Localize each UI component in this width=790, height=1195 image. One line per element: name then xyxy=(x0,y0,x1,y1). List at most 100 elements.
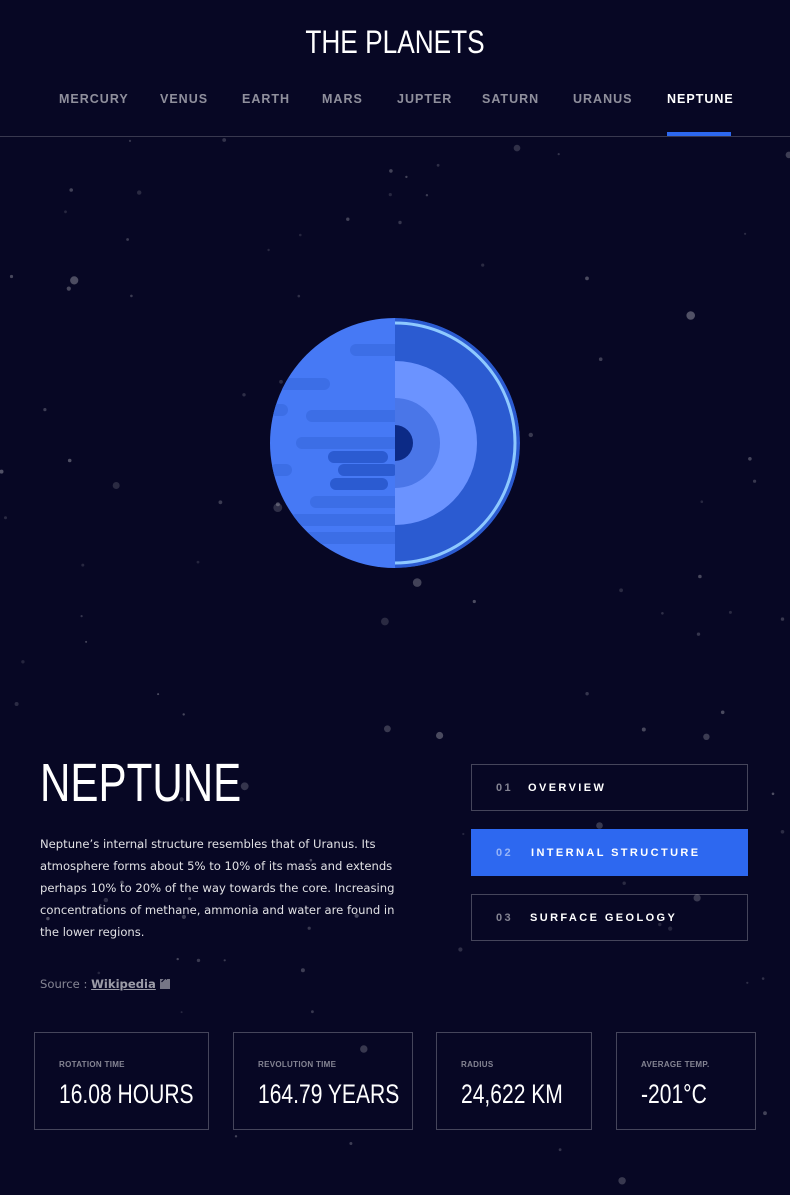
stat-value: 16.08 HOURS xyxy=(59,1079,194,1109)
star xyxy=(513,144,521,152)
stat-radius: RADIUS 24,622 KM xyxy=(436,1032,592,1130)
nav-item-earth[interactable]: EARTH xyxy=(242,92,290,136)
star xyxy=(472,599,476,604)
star xyxy=(64,210,67,214)
nav-item-mars[interactable]: MARS xyxy=(322,92,363,136)
star xyxy=(21,660,25,664)
star xyxy=(297,294,301,298)
star xyxy=(405,175,408,179)
star xyxy=(242,393,246,397)
star xyxy=(771,792,775,796)
tab-label: SURFACE GEOLOGY xyxy=(530,912,678,924)
star xyxy=(598,357,603,362)
star xyxy=(458,947,463,952)
star xyxy=(4,516,7,520)
star xyxy=(299,233,302,237)
stat-average-temp: AVERAGE TEMP. -201°C xyxy=(616,1032,756,1130)
star xyxy=(43,408,47,412)
nav-item-uranus[interactable]: URANUS xyxy=(573,92,632,136)
star xyxy=(585,276,589,281)
star xyxy=(176,957,179,961)
star xyxy=(267,248,270,252)
star xyxy=(763,1111,767,1116)
source-line: Source : Wikipedia xyxy=(40,975,170,991)
tab-internal-structure[interactable]: 02 INTERNAL STRUCTURE xyxy=(471,829,748,876)
star xyxy=(222,138,227,142)
star xyxy=(622,881,626,885)
star xyxy=(703,733,710,740)
star xyxy=(389,169,393,173)
star xyxy=(619,588,623,593)
star xyxy=(528,432,533,438)
external-link-icon[interactable] xyxy=(159,975,170,989)
star xyxy=(436,163,440,167)
star xyxy=(67,458,72,463)
star xyxy=(425,194,429,197)
star xyxy=(97,971,101,975)
star xyxy=(388,193,392,197)
wikipedia-link[interactable]: Wikipedia xyxy=(91,977,156,991)
star xyxy=(112,482,120,489)
star xyxy=(157,693,160,696)
star xyxy=(0,469,4,474)
star xyxy=(384,725,391,733)
stat-label: AVERAGE TEMP. xyxy=(641,1060,710,1069)
star xyxy=(196,958,201,963)
star xyxy=(81,563,85,567)
star xyxy=(753,479,757,483)
star xyxy=(596,822,603,829)
star xyxy=(558,1148,562,1152)
star xyxy=(346,217,350,221)
star xyxy=(696,632,701,636)
star xyxy=(686,311,695,320)
star xyxy=(128,139,132,142)
stat-value: 24,622 KM xyxy=(461,1079,563,1109)
stat-label: REVOLUTION TIME xyxy=(258,1060,337,1069)
star xyxy=(70,276,79,285)
star xyxy=(240,782,249,791)
star xyxy=(398,220,402,225)
planet-title: NEPTUNE xyxy=(40,753,242,813)
star xyxy=(218,500,223,505)
star xyxy=(349,1142,353,1145)
nav-item-mercury[interactable]: MERCURY xyxy=(59,92,129,136)
star xyxy=(661,612,664,615)
stat-revolution-time: REVOLUTION TIME 164.79 YEARS xyxy=(233,1032,413,1130)
star xyxy=(137,190,142,195)
star xyxy=(720,710,725,715)
star xyxy=(69,188,73,192)
nav-item-saturn[interactable]: SATURN xyxy=(482,92,539,136)
stat-value: 164.79 YEARS xyxy=(258,1079,400,1109)
tab-overview[interactable]: 01 OVERVIEW xyxy=(471,764,748,811)
star xyxy=(698,574,702,579)
nav-item-neptune[interactable]: NEPTUNE xyxy=(667,92,733,136)
star xyxy=(618,1177,626,1185)
nav-item-venus[interactable]: VENUS xyxy=(160,92,208,136)
star xyxy=(436,731,444,740)
star xyxy=(412,578,422,587)
star xyxy=(746,981,749,984)
star xyxy=(381,617,389,626)
source-prefix: Source : xyxy=(40,977,92,991)
star xyxy=(744,232,747,235)
tab-number: 02 xyxy=(496,847,514,859)
star xyxy=(557,153,560,156)
tab-number: 03 xyxy=(496,912,514,924)
star xyxy=(9,274,14,279)
nav-item-jupiter[interactable]: JUPTER xyxy=(397,92,452,136)
star xyxy=(728,610,732,614)
planet-nav: MERCURY VENUS EARTH MARS JUPTER SATURN U… xyxy=(0,92,790,136)
star xyxy=(223,959,226,962)
star xyxy=(748,457,752,461)
tab-surface-geology[interactable]: 03 SURFACE GEOLOGY xyxy=(471,894,748,941)
star xyxy=(700,500,704,504)
star xyxy=(80,615,83,618)
star xyxy=(300,968,305,973)
site-header: THE PLANETS MERCURY VENUS EARTH MARS JUP… xyxy=(0,0,790,137)
star xyxy=(234,1135,238,1138)
star xyxy=(182,713,185,716)
star xyxy=(481,263,485,267)
tab-label: OVERVIEW xyxy=(528,782,607,794)
site-logo[interactable]: THE PLANETS xyxy=(71,24,719,61)
starfield-background xyxy=(0,138,790,1185)
